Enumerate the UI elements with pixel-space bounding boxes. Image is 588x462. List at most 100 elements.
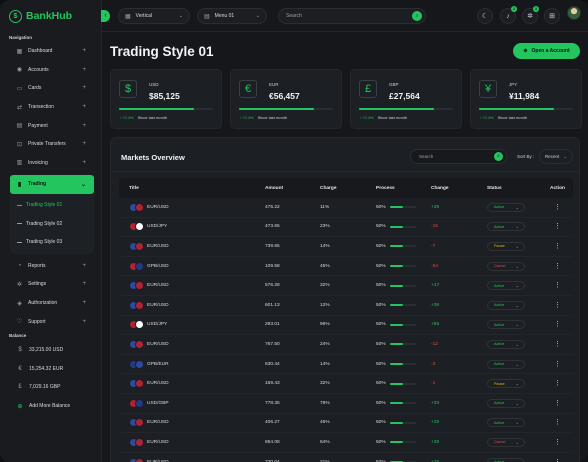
process-fill bbox=[389, 304, 403, 307]
sidebar-item-reports[interactable]: ◔ Reports + bbox=[10, 257, 94, 276]
chevron-down-icon: ⌄ bbox=[255, 13, 260, 19]
chevron-down-icon: ⌄ bbox=[515, 204, 519, 210]
since-label: Since last month bbox=[257, 115, 288, 120]
status-select[interactable]: Active⌄ bbox=[487, 281, 525, 291]
table-row[interactable]: EUR/USD 475.22 11% 50% +25 Active ⌄ ⋮ bbox=[119, 198, 573, 218]
status-select[interactable]: Active⌄ bbox=[487, 418, 525, 428]
currency-card-eur[interactable]: € EUR €56,457 ↑ +2.4% Since last month bbox=[230, 69, 342, 129]
translate-icon: ⊞ bbox=[549, 13, 555, 20]
markets-search[interactable]: Search ⌕ bbox=[410, 149, 507, 164]
more-icon[interactable]: ⋮ bbox=[554, 341, 561, 348]
table-row[interactable]: USD/JPY 293.01 96% 50% +65 Active ⌄ ⋮ bbox=[119, 316, 573, 336]
sidebar-item-invoicing[interactable]: ▥ Invoicing + bbox=[10, 154, 94, 173]
currency-code: JPY bbox=[509, 82, 518, 87]
submenu-item-trading-style-03[interactable]: Trading Style 03 bbox=[10, 233, 94, 252]
notification-button[interactable]: ♪ 2 bbox=[500, 6, 517, 24]
balance-item-usd[interactable]: $33,215.00 USD bbox=[16, 341, 96, 360]
more-icon[interactable]: ⋮ bbox=[554, 361, 561, 368]
table-row[interactable]: USD/JPY 473.65 23% 50% -15 Active ⌄ ⋮ bbox=[119, 218, 573, 238]
table-row[interactable]: EUR/USD 169.43 32% 50% -1 Pause ⌄ ⋮ bbox=[119, 374, 573, 394]
sidebar-item-support[interactable]: ♡ Support + bbox=[10, 312, 94, 331]
settings-button[interactable]: ✲ 3 bbox=[522, 6, 539, 24]
layout-select[interactable]: ▦ Vertical ⌄ bbox=[118, 8, 190, 24]
table-row[interactable]: EUR/USD 739.65 14% 50% -7 Pause ⌄ ⋮ bbox=[119, 237, 573, 257]
theme-toggle-button[interactable]: ☾ bbox=[477, 8, 493, 24]
table-row[interactable]: EUR/USD 767.50 24% 50% -12 Active ⌄ ⋮ bbox=[119, 335, 573, 355]
sidebar-item-payment[interactable]: ▤ Payment + bbox=[10, 116, 94, 135]
menu-select[interactable]: ▤ Menu 01 ⌄ bbox=[197, 8, 267, 24]
sidebar-item-trading[interactable]: ▮ Trading ⌄ bbox=[10, 175, 94, 194]
currency-card-jpy[interactable]: ¥ JPY ¥11,984 ↑ +2.4% Since last month bbox=[470, 69, 582, 129]
more-icon[interactable]: ⋮ bbox=[554, 263, 561, 270]
sidebar-item-transection[interactable]: ⇄ Transection + bbox=[10, 98, 94, 117]
submenu-item-trading-style-02[interactable]: Trading Style 02 bbox=[10, 214, 94, 233]
more-icon[interactable]: ⋮ bbox=[554, 419, 561, 426]
more-icon[interactable]: ⋮ bbox=[554, 243, 561, 250]
status-select[interactable]: Pause ⌄ bbox=[487, 379, 525, 389]
sidebar-item-accounts[interactable]: ◉ Accounts + bbox=[10, 61, 94, 80]
column-header: Action bbox=[550, 185, 565, 191]
table-row[interactable]: EUR/USD 576.28 32% 50% +17 Active ⌄ ⋮ bbox=[119, 276, 573, 296]
more-icon[interactable]: ⋮ bbox=[554, 459, 561, 462]
balance-label: 33,215.00 USD bbox=[29, 347, 64, 354]
language-button[interactable]: ⊞ bbox=[544, 8, 560, 24]
currency-card-gbp[interactable]: £ GBP £27,564 ↑ +2.4% Since last month bbox=[350, 69, 462, 129]
change-cell: +33 bbox=[431, 400, 440, 406]
plus-icon: + bbox=[82, 141, 86, 148]
add-balance-button[interactable]: ⊕ Add More Balance bbox=[16, 397, 96, 416]
sidebar-item-cards[interactable]: ▭ Cards + bbox=[10, 79, 94, 98]
table-row[interactable]: USD/GBP 778.35 78% 50% +33 Active ⌄ ⋮ bbox=[119, 394, 573, 414]
brand[interactable]: $ BankHub bbox=[9, 8, 72, 24]
sidebar-item-dashboard[interactable]: ▦ Dashboard + bbox=[10, 42, 94, 61]
search-input[interactable]: Search bbox=[286, 13, 302, 19]
status-select[interactable]: Active⌄ bbox=[487, 457, 525, 462]
status-select[interactable]: Active⌄ bbox=[487, 202, 525, 212]
sidebar-item-settings[interactable]: ✲ Settings + bbox=[10, 275, 94, 294]
currency-code: USD bbox=[149, 82, 159, 87]
table-row[interactable]: GPB/USD 109.58 45% 50% -54 Cancel ⌄ ⋮ bbox=[119, 257, 573, 277]
status-select[interactable]: Active⌄ bbox=[487, 222, 525, 232]
more-icon[interactable]: ⋮ bbox=[554, 204, 561, 211]
flag-icon bbox=[135, 261, 144, 271]
charge-cell: 96% bbox=[320, 322, 330, 328]
more-icon[interactable]: ⋮ bbox=[554, 302, 561, 309]
balance-item-eur[interactable]: €15,254.32 EUR bbox=[16, 360, 96, 379]
avatar[interactable] bbox=[567, 6, 581, 20]
sidebar-item-authorization[interactable]: ◈ Authorization + bbox=[10, 294, 94, 313]
status-select[interactable]: Active⌄ bbox=[487, 398, 525, 408]
table-row[interactable]: EUR/USD 601.13 12% 50% +36 Active ⌄ ⋮ bbox=[119, 296, 573, 316]
more-icon[interactable]: ⋮ bbox=[554, 380, 561, 387]
sort-select[interactable]: Recent ⌄ bbox=[539, 149, 573, 164]
status-select[interactable]: Active⌄ bbox=[487, 339, 525, 349]
search-icon[interactable]: ⌕ bbox=[412, 11, 422, 21]
flag-icon bbox=[135, 281, 144, 291]
status-select[interactable]: Cancel ⌄ bbox=[487, 261, 525, 271]
search-icon[interactable]: ⌕ bbox=[494, 152, 503, 161]
more-icon[interactable]: ⋮ bbox=[554, 223, 561, 230]
more-icon[interactable]: ⋮ bbox=[554, 439, 561, 446]
header-search[interactable]: Search ⌕ bbox=[278, 8, 426, 24]
more-icon[interactable]: ⋮ bbox=[554, 400, 561, 407]
markets-title: Markets Overview bbox=[121, 153, 185, 162]
status-select[interactable]: Active⌄ bbox=[487, 320, 525, 330]
table-row[interactable]: EUR/USD730.0421%50%+25Active⌄⋮ bbox=[119, 453, 573, 462]
status-select[interactable]: Cancel ⌄ bbox=[487, 437, 525, 447]
sidebar-item-private-transfers[interactable]: ⊡ Private Transfers + bbox=[10, 135, 94, 154]
table-row[interactable]: GPB/EUR 630.44 14% 50% -3 Active ⌄ ⋮ bbox=[119, 355, 573, 375]
table-row[interactable]: EUR/USD 854.08 64% 50% +25 Cancel ⌄ ⋮ bbox=[119, 433, 573, 453]
balance-item-gbp[interactable]: £7,029.16 GBP bbox=[16, 378, 96, 397]
status-select[interactable]: Active⌄ bbox=[487, 359, 525, 369]
markets-search-input[interactable]: Search bbox=[419, 154, 433, 159]
table-row[interactable]: EUR/USD 406.27 46% 50% +25 Active ⌄ ⋮ bbox=[119, 414, 573, 434]
plus-icon: + bbox=[82, 104, 86, 111]
more-icon[interactable]: ⋮ bbox=[554, 282, 561, 289]
submenu-item-trading-style-01[interactable]: Trading Style 01 bbox=[10, 196, 94, 215]
status-select[interactable]: Active⌄ bbox=[487, 300, 525, 310]
status-value: Cancel bbox=[494, 440, 506, 445]
more-icon[interactable]: ⋮ bbox=[554, 321, 561, 328]
open-account-button[interactable]: ⊕ Open a Account bbox=[513, 43, 580, 59]
amount-cell: 109.58 bbox=[265, 263, 280, 269]
status-select[interactable]: Pause ⌄ bbox=[487, 241, 525, 251]
chevron-down-icon: ⌄ bbox=[80, 181, 86, 188]
currency-card-usd[interactable]: $ USD $85,125 ↑ +2.4% Since last month bbox=[110, 69, 222, 129]
